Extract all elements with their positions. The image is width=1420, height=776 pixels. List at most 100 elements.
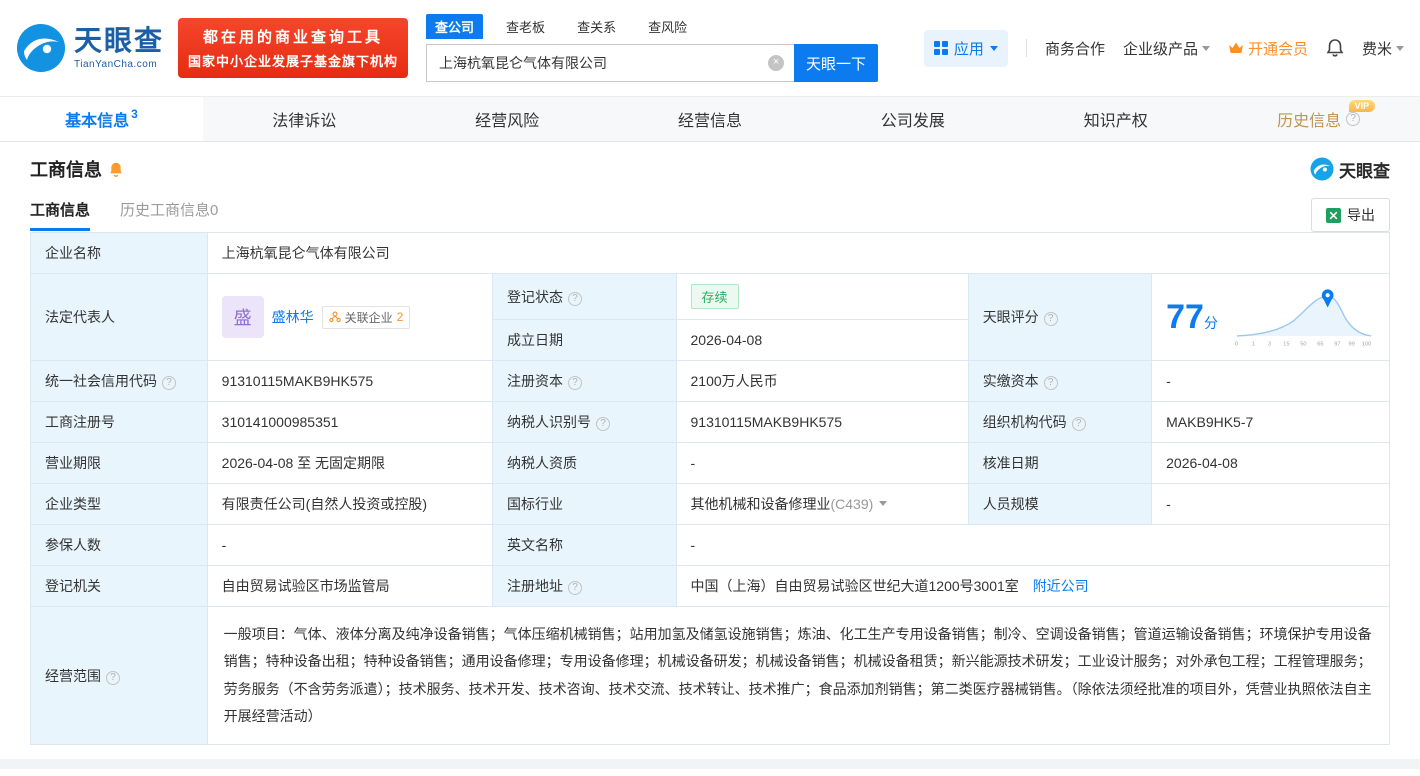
help-icon[interactable] — [1043, 376, 1058, 390]
apps-button[interactable]: 应用 — [923, 29, 1008, 67]
industry-label: 国标行业 — [492, 483, 677, 525]
svg-text:100: 100 — [1362, 341, 1371, 347]
help-icon[interactable] — [162, 376, 176, 390]
industry-value: 其他机械和设备修理业(C439) — [675, 483, 969, 525]
staff-size-label: 人员规模 — [967, 483, 1153, 525]
tab-legal-litigation[interactable]: 法律诉讼 — [203, 97, 406, 141]
score-curve-chart: 0 1 3 15 50 65 97 99 100 — [1235, 289, 1372, 347]
tianyancha-logo-icon — [17, 24, 65, 72]
help-icon[interactable] — [1071, 417, 1086, 431]
open-vip-link[interactable]: 开通会员 — [1228, 38, 1308, 59]
main-content: 工商信息 天眼查 工商信息 历史工商信息0 导出 企业名称 上海杭氧昆仑气体有限… — [0, 142, 1420, 746]
tianyancha-logo[interactable]: 天眼查 TianYanCha.com — [16, 23, 164, 73]
org-code-label: 组织机构代码 — [967, 401, 1153, 443]
english-name-label: 英文名称 — [492, 524, 677, 566]
help-icon[interactable] — [106, 670, 120, 685]
tianyancha-logo-icon — [1310, 157, 1334, 181]
logo-text-en: TianYanCha.com — [74, 58, 158, 70]
tab-company-development[interactable]: 公司发展 — [811, 97, 1014, 141]
help-icon[interactable] — [568, 291, 583, 306]
tab-history-info[interactable]: 历史信息 VIP — [1217, 97, 1420, 141]
legal-rep-name-link[interactable]: 盛林华 — [272, 307, 314, 327]
chevron-down-icon[interactable] — [879, 501, 888, 510]
clear-search-icon[interactable] — [768, 55, 785, 71]
reg-authority-label: 登记机关 — [30, 565, 208, 607]
related-company-tag[interactable]: 关联企业 2 — [321, 305, 411, 329]
reg-address-value: 中国（上海）自由贸易试验区世纪大道1200号3001室 附近公司 — [675, 565, 1390, 607]
username: 费米 — [1361, 40, 1392, 58]
header-nav: 应用 商务合作 企业级产品 开通会员 费米 — [923, 29, 1404, 67]
search-tab-relation[interactable]: 查关系 — [568, 14, 625, 39]
chevron-down-icon — [1396, 46, 1404, 55]
header: 天眼查 TianYanCha.com 都在用的商业查询工具 国家中小企业发展子基… — [0, 0, 1420, 96]
page-bottom-strip — [0, 759, 1420, 770]
table-row: 企业名称 上海杭氧昆仑气体有限公司 — [30, 232, 1391, 274]
score-label: 天眼评分 — [967, 273, 1153, 361]
svg-text:3: 3 — [1268, 341, 1271, 347]
logo-text-cn: 天眼查 — [74, 24, 165, 56]
subtab-history-business-info[interactable]: 历史工商信息0 — [120, 199, 218, 231]
enterprise-product-link[interactable]: 企业级产品 — [1123, 38, 1210, 59]
crown-icon — [1228, 42, 1243, 53]
reg-number-label: 工商注册号 — [30, 401, 208, 443]
tab-operation-risk[interactable]: 经营风险 — [406, 97, 609, 141]
section-title: 工商信息 — [30, 160, 102, 180]
established-label: 成立日期 — [492, 319, 677, 361]
table-row: 统一社会信用代码 91310115MAKB9HK575 注册资本 2100万人民… — [30, 360, 1390, 402]
banner-line2: 国家中小企业发展子基金旗下机构 — [188, 54, 399, 69]
legal-rep-avatar[interactable]: 盛 — [221, 296, 264, 338]
business-coop-link[interactable]: 商务合作 — [1045, 38, 1105, 59]
search-button[interactable]: 天眼一下 — [794, 44, 879, 82]
search-tabs: 查公司 查老板 查关系 查风险 — [426, 14, 878, 39]
apps-label: 应用 — [953, 40, 984, 58]
credit-code-value: 91310115MAKB9HK575 — [206, 360, 494, 402]
company-type-value: 有限责任公司(自然人投资或控股) — [206, 483, 494, 525]
business-term-value: 2026-04-08 至 无固定期限 — [206, 442, 494, 484]
taxpayer-id-value: 91310115MAKB9HK575 — [675, 401, 969, 443]
svg-text:15: 15 — [1283, 341, 1289, 347]
divider — [1025, 39, 1027, 57]
banner-line1: 都在用的商业查询工具 — [203, 29, 384, 46]
score-number: 77 — [1166, 298, 1204, 336]
chevron-down-icon — [989, 46, 998, 55]
help-icon[interactable] — [1043, 312, 1058, 326]
table-row: 参保人数 - 英文名称 - — [30, 524, 1390, 566]
subtab-business-info[interactable]: 工商信息 — [30, 199, 91, 231]
help-icon[interactable] — [568, 376, 583, 390]
table-row: 登记机关 自由贸易试验区市场监管局 注册地址 中国（上海）自由贸易试验区世纪大道… — [30, 565, 1390, 607]
excel-icon — [1326, 207, 1341, 223]
nearby-companies-link[interactable]: 附近公司 — [1033, 578, 1089, 594]
notification-bell-icon[interactable] — [1326, 38, 1344, 58]
table-row: 法定代表人 盛 盛林华 关联企业 2 登记状态? 存续 天眼评分? 77分 0 … — [30, 273, 1390, 361]
search-tab-company[interactable]: 查公司 — [426, 14, 484, 39]
subscribe-bell-icon[interactable] — [108, 161, 124, 178]
help-icon[interactable] — [1346, 112, 1361, 126]
tab-operation-info[interactable]: 经营信息 — [609, 97, 812, 141]
reg-address-label: 注册地址 — [492, 565, 677, 607]
search-tab-risk[interactable]: 查风险 — [639, 14, 696, 39]
svg-text:99: 99 — [1348, 341, 1354, 347]
watermark-brand: 天眼查 — [1310, 157, 1390, 182]
credit-code-label: 统一社会信用代码 — [30, 360, 208, 402]
reg-capital-label: 注册资本 — [492, 360, 677, 402]
business-scope-label: 经营范围 — [30, 605, 208, 746]
table-row: 工商注册号 310141000985351 纳税人识别号 91310115MAK… — [30, 401, 1390, 443]
tab-basic-info[interactable]: 基本信息 3 — [0, 97, 203, 141]
insured-count-value: - — [206, 524, 494, 566]
export-button[interactable]: 导出 — [1311, 198, 1390, 232]
search-area: 查公司 查老板 查关系 查风险 天眼一下 — [426, 14, 879, 82]
search-tab-boss[interactable]: 查老板 — [497, 14, 554, 39]
svg-text:97: 97 — [1334, 341, 1340, 347]
tab-count-badge: 3 — [131, 107, 138, 121]
vip-badge: VIP — [1348, 100, 1376, 112]
help-icon[interactable] — [596, 417, 611, 431]
search-input[interactable] — [427, 45, 795, 81]
insured-count-label: 参保人数 — [30, 524, 208, 566]
status-badge: 存续 — [690, 284, 739, 309]
tab-intellectual-property[interactable]: 知识产权 — [1014, 97, 1217, 141]
help-icon[interactable] — [568, 581, 583, 595]
subtab-count: 0 — [210, 202, 219, 219]
user-menu[interactable]: 费米 — [1362, 38, 1404, 59]
taxpayer-quality-value: - — [675, 442, 969, 484]
company-type-label: 企业类型 — [30, 483, 208, 525]
